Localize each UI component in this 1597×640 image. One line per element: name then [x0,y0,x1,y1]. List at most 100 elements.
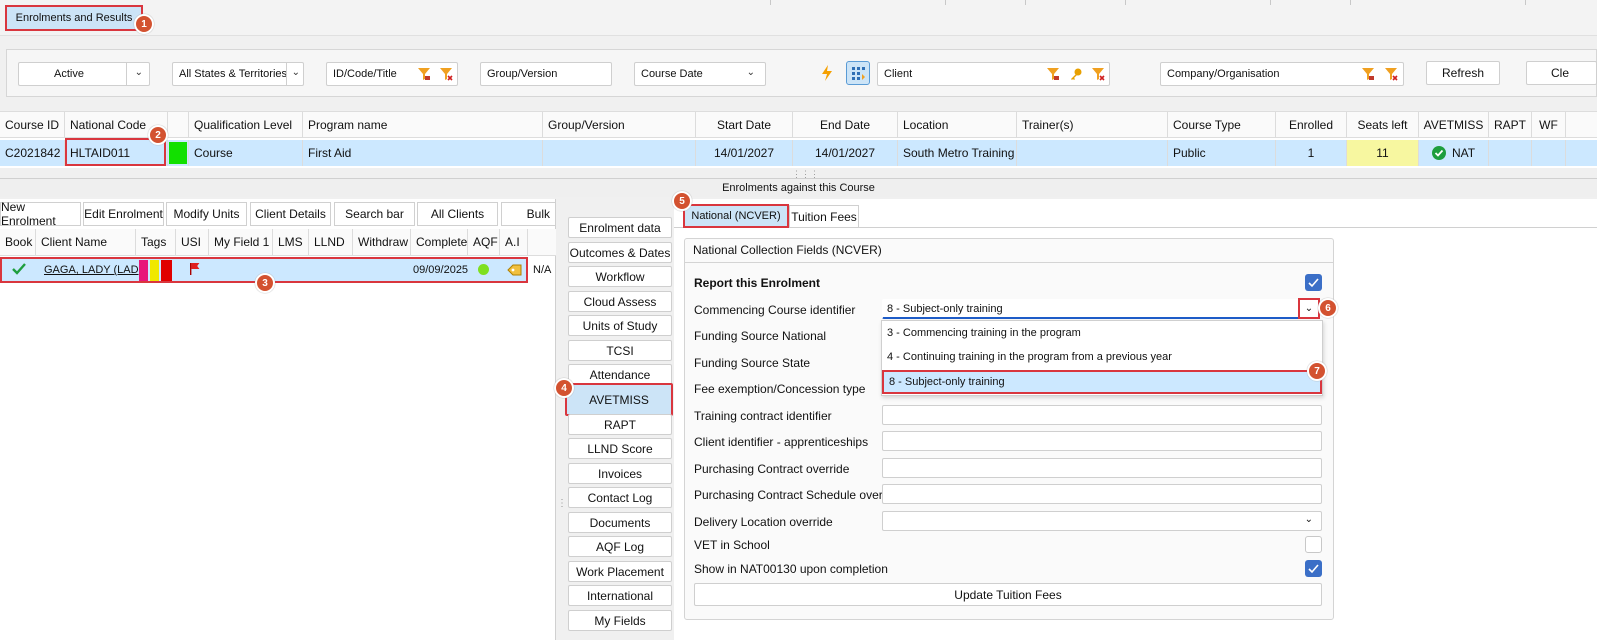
status-select[interactable]: Active ⌄ [18,62,150,86]
modify-units-button[interactable]: Modify Units [166,202,247,226]
search-bar-button[interactable]: Search bar [334,202,415,226]
col-header-end-date[interactable]: End Date [793,112,898,138]
side-tab-avetmiss[interactable]: AVETMISS [565,383,673,416]
cell-rapt[interactable] [1489,140,1532,166]
new-enrolment-button[interactable]: New Enrolment [0,200,81,228]
side-tab-enrolment-data[interactable]: Enrolment data [568,217,672,238]
col-header-tags[interactable]: Tags [136,229,176,256]
side-tab-aqf-log[interactable]: AQF Log [568,536,672,557]
client-name-link[interactable]: GAGA, LADY (LAD [44,264,139,276]
col-header-seats-left[interactable]: Seats left [1347,112,1419,138]
commencing-select[interactable]: 8 - Subject-only training [882,299,1301,319]
group-version-input[interactable]: Group/Version [480,62,612,86]
tab-tuition-fees[interactable]: Tuition Fees [789,205,859,228]
col-header-rapt[interactable]: RAPT [1489,112,1532,138]
cell-seats-left[interactable]: 11 [1347,140,1419,166]
col-header-location[interactable]: Location [898,112,1017,138]
commencing-dropdown-button[interactable]: ⌄ [1298,298,1320,319]
side-tab-llnd-score[interactable]: LLND Score [568,438,672,459]
col-header-qualification-level[interactable]: Qualification Level [189,112,303,138]
client-identifier-input[interactable] [882,431,1322,451]
filter-clear-icon[interactable] [1384,67,1398,81]
col-header-program-name[interactable]: Program name [303,112,543,138]
dropdown-option[interactable]: 4 - Continuing training in the program f… [882,345,1322,369]
grid-view-toggle[interactable] [846,61,870,85]
col-header-trainers[interactable]: Trainer(s) [1017,112,1168,138]
cell-qualification-level[interactable]: Course [189,140,303,166]
cell-color[interactable] [168,140,189,166]
cell-group-version[interactable] [543,140,696,166]
col-header-ai[interactable]: A.I [500,229,528,256]
dropdown-option-selected[interactable]: 8 - Subject-only training [882,370,1322,394]
splitter-grip-icon[interactable]: ⋮ [557,498,567,509]
cell-start-date[interactable]: 14/01/2027 [696,140,793,166]
cell-avetmiss[interactable]: NAT [1419,140,1489,166]
tab-enrolments-and-results[interactable]: Enrolments and Results [5,5,143,31]
cell-wf[interactable] [1532,140,1566,166]
id-code-title-input[interactable]: ID/Code/Title [326,62,458,86]
tag-label-icon[interactable] [507,263,523,277]
col-header-color[interactable] [168,112,189,138]
lightning-icon[interactable] [820,64,834,82]
side-tab-cloud-assess[interactable]: Cloud Assess [568,291,672,312]
filter-clear-icon[interactable] [439,67,453,81]
side-tab-outcomes-dates[interactable]: Outcomes & Dates [568,242,672,263]
side-tab-contact-log[interactable]: Contact Log [568,487,672,508]
show-nat-checkbox[interactable] [1305,560,1322,577]
side-tab-invoices[interactable]: Invoices [568,463,672,484]
side-tab-my-fields[interactable]: My Fields [568,610,672,631]
col-header-aqf[interactable]: AQF [468,229,500,256]
edit-enrolment-button[interactable]: Edit Enrolment [83,202,164,226]
update-tuition-fees-button[interactable]: Update Tuition Fees [694,583,1322,606]
col-header-complete[interactable]: Complete [411,229,468,256]
col-header-book[interactable]: Book [0,229,36,256]
side-tab-international[interactable]: International [568,585,672,606]
cell-enrolled[interactable]: 1 [1276,140,1347,166]
side-tab-work-placement[interactable]: Work Placement [568,561,672,582]
col-header-start-date[interactable]: Start Date [696,112,793,138]
side-tab-documents[interactable]: Documents [568,512,672,533]
cell-trainers[interactable] [1017,140,1168,166]
training-contract-input[interactable] [882,405,1322,425]
company-input[interactable]: Company/Organisation [1160,62,1404,86]
client-input[interactable]: Client [877,62,1110,86]
col-header-enrolled[interactable]: Enrolled [1276,112,1347,138]
tab-national-ncver[interactable]: National (NCVER) [683,204,789,228]
date-type-select[interactable]: Course Date ⌄ [634,62,766,86]
side-tab-attendance[interactable]: Attendance [568,364,672,385]
col-header-client-name[interactable]: Client Name [36,229,136,256]
key-icon[interactable] [1069,67,1083,81]
cell-end-date[interactable]: 14/01/2027 [793,140,898,166]
states-select[interactable]: All States & Territories ⌄ [172,62,304,86]
col-header-course-type[interactable]: Course Type [1168,112,1276,138]
col-header-withdraw[interactable]: Withdraw [353,229,411,256]
col-header-wf[interactable]: WF [1532,112,1566,138]
cell-location[interactable]: South Metro Training C [898,140,1017,166]
col-header-llnd[interactable]: LLND [309,229,353,256]
side-tab-rapt[interactable]: RAPT [568,414,672,435]
delivery-location-select[interactable]: ⌄ [882,511,1322,531]
purchasing-schedule-input[interactable] [882,484,1322,504]
client-details-button[interactable]: Client Details [250,202,331,226]
col-header-course-id[interactable]: Course ID [0,112,65,138]
filter-clear-icon[interactable] [1091,67,1105,81]
cell-program-name[interactable]: First Aid [303,140,543,166]
bulk-button[interactable]: Bulk [501,202,556,226]
clear-button[interactable]: Cle [1526,61,1597,85]
col-header-my-field-1[interactable]: My Field 1 [209,229,273,256]
side-tab-workflow[interactable]: Workflow [568,266,672,287]
filter-db-icon[interactable] [1361,67,1375,81]
col-header-avetmiss[interactable]: AVETMISS [1419,112,1489,138]
vet-school-checkbox[interactable] [1305,536,1322,553]
side-tab-units-of-study[interactable]: Units of Study [568,315,672,336]
side-tab-tcsi[interactable]: TCSI [568,340,672,361]
col-header-lms[interactable]: LMS [273,229,309,256]
dropdown-option[interactable]: 3 - Commencing training in the program [882,321,1322,345]
all-clients-button[interactable]: All Clients [417,202,498,226]
col-header-usi[interactable]: USI [176,229,209,256]
filter-db-icon[interactable] [417,67,431,81]
refresh-button[interactable]: Refresh [1426,61,1500,85]
col-header-group-version[interactable]: Group/Version [543,112,696,138]
filter-db-icon[interactable] [1046,67,1060,81]
cell-course-type[interactable]: Public [1168,140,1276,166]
